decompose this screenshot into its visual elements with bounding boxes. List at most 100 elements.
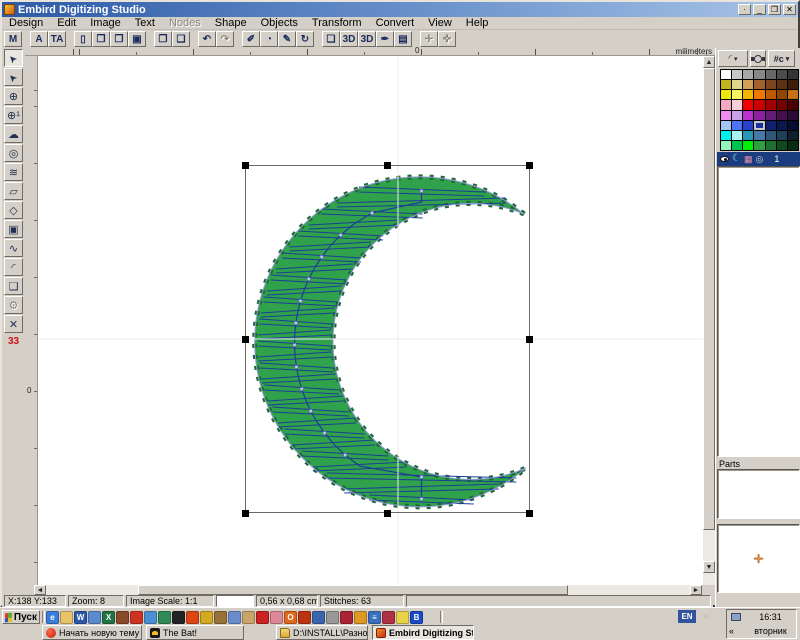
palette-swatch[interactable] [788,141,798,150]
paste-button[interactable]: ❑ [172,31,190,47]
bluetooth-icon[interactable]: B [410,611,423,624]
folder-icon[interactable] [60,611,73,624]
palette-swatch[interactable] [766,90,776,99]
excel-icon[interactable]: X [102,611,115,624]
scroll-right-button[interactable]: ► [690,585,702,595]
zoom-window-button[interactable]: M [4,31,22,47]
dialog-shape-tool[interactable]: ❏ [4,277,23,295]
palette-swatch[interactable] [721,131,731,140]
crosshair-tool-button[interactable]: ✜ [438,31,456,47]
palette-swatch[interactable] [754,70,764,79]
Embird Digitizing Stud...[interactable]: Embird Digitizing Stud... [372,625,474,640]
horizontal-scrollbar[interactable]: ◄ ► [25,585,715,595]
crescent-design[interactable] [38,56,703,585]
palette-swatch[interactable] [788,80,798,89]
palette-swatch[interactable] [732,100,742,109]
taskbar-divider[interactable] [440,611,443,623]
palette-swatch[interactable] [777,121,787,130]
ie-icon[interactable]: e [46,611,59,624]
text-transform-button[interactable]: TA [48,31,66,47]
palette-swatch[interactable] [721,141,731,150]
Nodes[interactable]: Nodes [162,17,208,29]
parts-list[interactable] [717,469,800,519]
image-palette-button[interactable]: ▤ [394,31,412,47]
palette-swatch[interactable] [766,141,776,150]
object-list[interactable] [717,166,800,457]
case-icon[interactable] [340,611,353,624]
palette-swatch[interactable] [743,121,753,130]
fill-region-tool[interactable]: ☁ [4,125,23,143]
hole-shape-tool[interactable]: ▣ [4,220,23,238]
adjust-colors-button[interactable]: ✒ [376,31,394,47]
select-tool[interactable]: ➤ [4,49,23,67]
books-icon[interactable] [116,611,129,624]
palette-swatch[interactable] [788,111,798,120]
tray-expand-chevron[interactable]: « [727,626,745,636]
language-indicator[interactable]: EN [678,610,696,623]
zoom-actual-tool[interactable]: ⊕¹ [4,106,23,124]
window-view-button[interactable]: ❏ [322,31,340,47]
green-app-icon[interactable] [158,611,171,624]
palette-swatch[interactable] [788,121,798,130]
bird-icon[interactable] [214,611,227,624]
palette-swatch[interactable] [721,121,731,130]
scroll-left-button[interactable]: ◄ [34,585,46,595]
points-tool[interactable]: ✕ [4,315,23,333]
clock[interactable]: 16:31 [745,612,796,622]
Image[interactable]: Image [83,17,128,29]
hand-app-icon[interactable] [326,611,339,624]
open-design-button[interactable]: ❒ [92,31,110,47]
title-bar[interactable]: Embird Digitizing Studio · _ ❐ ✕ [2,2,798,17]
undo-button[interactable]: ↶ [198,31,216,47]
palette-swatch[interactable] [766,131,776,140]
palette-swatch[interactable] [754,111,764,120]
blue-ball-icon[interactable] [144,611,157,624]
palette-swatch[interactable] [788,70,798,79]
palette-swatch[interactable] [777,80,787,89]
zigzag-stitch-tool[interactable]: ∿ [4,239,23,257]
zoom-in-tool[interactable]: ⊕ [4,87,23,105]
ring-icon[interactable] [354,611,367,624]
Edit[interactable]: Edit [50,17,83,29]
arc-tool[interactable]: ◜ [4,258,23,276]
palette-swatch[interactable] [788,100,798,109]
tray-monitor-icon[interactable] [731,613,741,621]
View[interactable]: View [421,17,459,29]
angle-tool-button[interactable]: ✎ [278,31,296,47]
settings-tool[interactable]: ⚙ [4,296,23,314]
palette-swatch[interactable] [766,121,776,130]
measure-tool-button[interactable]: ✐ [242,31,260,47]
curve-type-dropdown[interactable]: ◜ ▾ [718,50,748,67]
lettering-button[interactable]: A [30,31,48,47]
D:\INSTALL\Разное\Embird[interactable]: D:\INSTALL\Разное\Embird [276,625,368,640]
palette-swatch[interactable] [743,131,753,140]
restore-button[interactable]: ❐ [768,4,781,15]
taskbar-divider[interactable] [42,611,45,623]
hatch-fill-tool[interactable]: ≋ [4,163,23,181]
close-button[interactable]: ✕ [783,4,796,15]
palette-swatch[interactable] [732,70,742,79]
Text[interactable]: Text [128,17,162,29]
window-spacer-button[interactable]: · [738,4,751,15]
duck-icon[interactable] [200,611,213,624]
red-ball-icon[interactable] [130,611,143,624]
hand-icon[interactable]: ☜ [701,610,711,623]
Начать новую тему :: B...[interactable]: Начать новую тему :: B... [42,625,142,640]
diamond-icon[interactable] [228,611,241,624]
shape-transform-tool[interactable]: ◇ [4,201,23,219]
palette-swatch[interactable] [788,131,798,140]
palette-swatch[interactable] [743,111,753,120]
Transform[interactable]: Transform [305,17,369,29]
app-blue-icon[interactable] [88,611,101,624]
node-edit-tool[interactable]: ➤ [4,68,23,86]
pink-box-icon[interactable] [270,611,283,624]
regenerate-button[interactable]: ↻ [296,31,314,47]
palette-swatch[interactable] [766,100,776,109]
machine-button[interactable] [750,50,766,67]
minimize-button[interactable]: _ [753,4,766,15]
palette-swatch[interactable] [743,80,753,89]
vertical-scrollbar[interactable]: ▲ ▼ [703,56,715,585]
copy-button[interactable]: ❐ [154,31,172,47]
Objects[interactable]: Objects [254,17,305,29]
lines-icon[interactable]: ≡ [368,611,381,624]
